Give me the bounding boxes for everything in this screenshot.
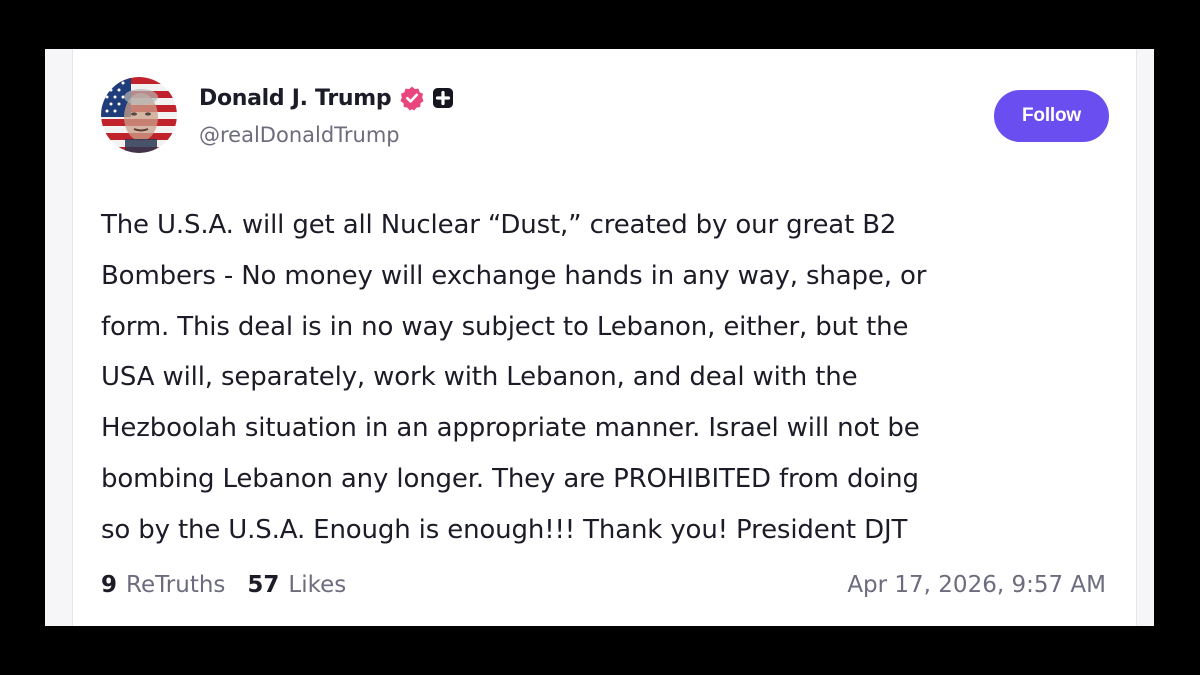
post-body-line: bombing Lebanon any longer. They are PRO…: [101, 463, 919, 494]
likes-count: 57: [247, 572, 280, 598]
author-display-name[interactable]: Donald J. Trump: [199, 86, 392, 111]
post-body-line: so by the U.S.A. Enough is enough!!! Tha…: [101, 514, 908, 545]
post-body-line: Hezboolah situation in an appropriate ma…: [101, 413, 920, 444]
post-body-line: USA will, separately, work with Lebanon,…: [101, 362, 858, 393]
retruths-label: ReTruths: [126, 572, 226, 598]
verified-badge-icon: [399, 85, 425, 111]
likes-link[interactable]: 57 Likes: [247, 572, 346, 598]
post-body-line: form. This deal is in no way subject to …: [101, 311, 909, 342]
post-card: Donald J. Trump @realDonaldTrump Follow …: [72, 49, 1137, 626]
retruths-link[interactable]: 9 ReTruths: [101, 572, 225, 598]
post-body: The U.S.A. will get all Nuclear “Dust,” …: [101, 200, 1111, 556]
post-body-line: Bombers - No money will exchange hands i…: [101, 260, 927, 291]
screenshot-frame: Donald J. Trump @realDonaldTrump Follow …: [45, 49, 1154, 626]
post-timestamp[interactable]: Apr 17, 2026, 9:57 AM: [847, 572, 1106, 598]
avatar-flag-portrait-icon: [101, 77, 177, 153]
retruths-count: 9: [101, 572, 118, 598]
plus-square-icon: [432, 87, 454, 109]
likes-label: Likes: [288, 572, 347, 598]
follow-button[interactable]: Follow: [994, 90, 1109, 142]
post-body-line: The U.S.A. will get all Nuclear “Dust,” …: [101, 210, 897, 240]
author-name-row: Donald J. Trump: [199, 83, 454, 113]
author-handle[interactable]: @realDonaldTrump: [199, 123, 400, 147]
author-avatar[interactable]: [101, 77, 177, 153]
post-stats: 9 ReTruths 57 Likes: [101, 572, 346, 598]
